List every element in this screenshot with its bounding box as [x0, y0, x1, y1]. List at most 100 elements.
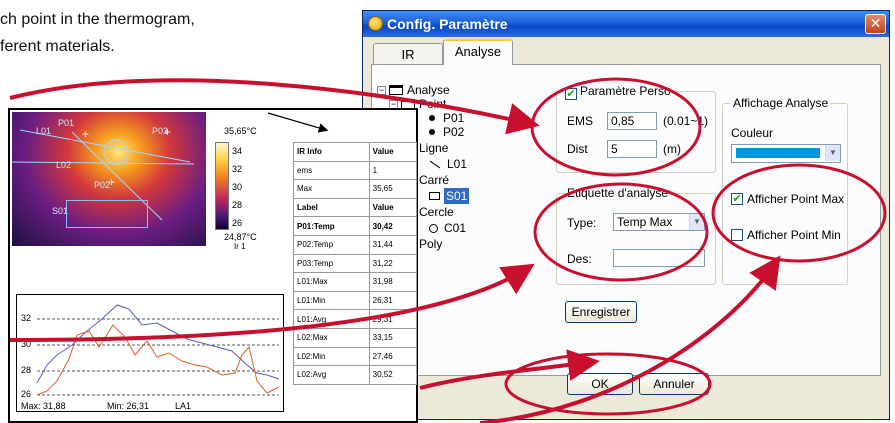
param-perso-legend[interactable]: ✔ Paramètre Perso	[563, 84, 673, 100]
label-l02: L02	[56, 160, 72, 170]
table-row: P03:Temp 31,22	[293, 253, 418, 274]
des-field[interactable]	[613, 249, 705, 267]
line-icon	[429, 160, 441, 168]
scale-tick: 34	[232, 146, 243, 156]
type-select[interactable]: Temp Max ▼	[613, 213, 705, 231]
analyse-tab-panel: − Analyse − Point P01 P02 Ligne L01 Carr…	[371, 64, 881, 376]
table-cell-value: 33,15	[368, 327, 418, 348]
rectangle-icon	[429, 192, 440, 200]
affichage-group: Affichage Analyse Couleur ▼ ✔ Afficher P…	[722, 96, 848, 285]
tree-item-l01[interactable]: L01	[429, 156, 467, 172]
dist-label: Dist	[567, 142, 588, 156]
point-min-label[interactable]: Afficher Point Min	[747, 228, 841, 242]
dist-field[interactable]: 5	[607, 140, 657, 158]
thermogram-image: + + + L01 P01 P03 L02 P02 S01	[12, 112, 206, 246]
table-cell-label: L01:Avg	[293, 309, 370, 329]
table-row: L02:Avg 30,52	[293, 365, 418, 385]
scale-tick: 26	[232, 218, 243, 228]
table-row: L01:Max 31,98	[293, 272, 418, 292]
table-cell-value: 30,52	[368, 365, 418, 385]
table-cell-label: ems	[293, 160, 370, 181]
tree-label-l01: L01	[447, 157, 468, 171]
tree-item-p02[interactable]: P02	[429, 124, 464, 140]
s01-region	[66, 200, 148, 228]
point-max-checkbox[interactable]: ✔	[731, 193, 743, 205]
tree-label-c01: C01	[444, 221, 467, 235]
table-cell-value: 26,31	[368, 290, 418, 311]
graph-y-tick: 30	[21, 339, 32, 349]
point-icon	[429, 115, 435, 121]
tree-item-s01[interactable]: S01	[429, 188, 470, 204]
intro-text: ch point in the thermogram, ferent mater…	[0, 6, 330, 60]
chevron-down-icon[interactable]: ▼	[825, 145, 840, 161]
ems-label: EMS	[567, 114, 594, 128]
table-row: Max 35,65	[293, 179, 418, 199]
etiquette-legend: Etiquette d'analyse	[565, 186, 671, 200]
tree-label-cercle: Cercle	[419, 205, 454, 219]
intro-line-1: ch point in the thermogram,	[0, 11, 195, 28]
table-row: IR Info Value	[293, 142, 418, 162]
table-row: L02:Max 33,15	[293, 327, 418, 348]
annuler-button[interactable]: Annuler	[639, 373, 709, 395]
ok-button[interactable]: OK	[567, 373, 633, 395]
svg-text:+: +	[82, 127, 89, 141]
point-min-checkbox[interactable]	[731, 229, 743, 241]
tab-analyse[interactable]: Analyse	[443, 39, 513, 65]
scale-tick: 28	[232, 200, 243, 210]
scale-tick: 30	[232, 182, 243, 192]
dialog-titlebar: Config. Paramètre ✕	[363, 11, 889, 37]
table-cell-value: 29,31	[368, 309, 418, 329]
app-icon	[368, 16, 383, 31]
graph-y-tick: 26	[21, 389, 32, 399]
table-cell-label: P02:Temp	[293, 234, 370, 255]
table-cell-label: L01:Min	[293, 290, 370, 311]
label-p02: P02	[94, 180, 111, 190]
tree-item-c01[interactable]: C01	[429, 220, 466, 236]
table-cell-value: 31,98	[368, 272, 418, 292]
point-max-label[interactable]: Afficher Point Max	[747, 192, 844, 206]
collapse-icon[interactable]: −	[377, 85, 386, 95]
table-row: L01:Avg 29,31	[293, 309, 418, 329]
table-row: L02:Min 27,46	[293, 346, 418, 367]
close-button[interactable]: ✕	[865, 14, 886, 34]
table-row: P02:Temp 31,44	[293, 234, 418, 255]
table-cell-label: P03:Temp	[293, 253, 370, 274]
graph-line-label: LA1	[175, 401, 192, 411]
folder-icon	[389, 85, 403, 95]
param-perso-checkbox[interactable]: ✔	[565, 88, 577, 100]
tree-label-ligne: Ligne	[419, 141, 449, 155]
table-cell-label: Label	[293, 197, 370, 218]
point-icon	[429, 129, 435, 135]
couleur-select[interactable]: ▼	[731, 144, 841, 163]
enregistrer-button[interactable]: Enregistrer	[565, 301, 637, 323]
table-cell-value: 27,46	[368, 346, 418, 367]
config-dialog: Config. Paramètre ✕ IR Analyse − Analyse…	[362, 10, 890, 420]
analysis-report: + + + L01 P01 P03 L02 P02 S01 35,65°C 34…	[8, 108, 418, 423]
ems-range: (0.01~1)	[663, 114, 709, 128]
type-select-value: Temp Max	[617, 215, 673, 229]
label-l01: L01	[36, 126, 52, 136]
color-scale-bar	[215, 142, 229, 230]
chevron-down-icon[interactable]: ▼	[689, 214, 704, 230]
table-cell-label: L02:Max	[293, 327, 370, 348]
param-perso-label: Paramètre Perso	[580, 84, 671, 98]
label-p01: P01	[58, 118, 75, 128]
color-swatch	[736, 148, 820, 158]
scale-max: 35,65°C	[224, 126, 257, 136]
table-cell-value: Value	[368, 142, 418, 162]
scale-unit-label: Ir 1	[234, 242, 246, 251]
graph-min-text: Min: 26,31	[107, 401, 150, 411]
graph-canvas	[36, 304, 280, 396]
ems-field[interactable]: 0,85	[607, 112, 657, 130]
intro-line-2: ferent materials.	[0, 38, 115, 55]
tree-label-p02: P02	[443, 125, 465, 139]
table-cell-label: Max	[293, 179, 370, 199]
tree-label-s01: S01	[444, 188, 470, 204]
etiquette-group: Etiquette d'analyse Type: Temp Max ▼ Des…	[556, 186, 716, 285]
graph-max-text: Max: 31,88	[21, 401, 66, 411]
scale-tick: 32	[232, 164, 243, 174]
graph-y-tick: 28	[21, 365, 32, 375]
table-cell-value: 1	[368, 160, 418, 181]
table-cell-value: Value	[368, 197, 418, 218]
table-cell-label: L02:Min	[293, 346, 370, 367]
